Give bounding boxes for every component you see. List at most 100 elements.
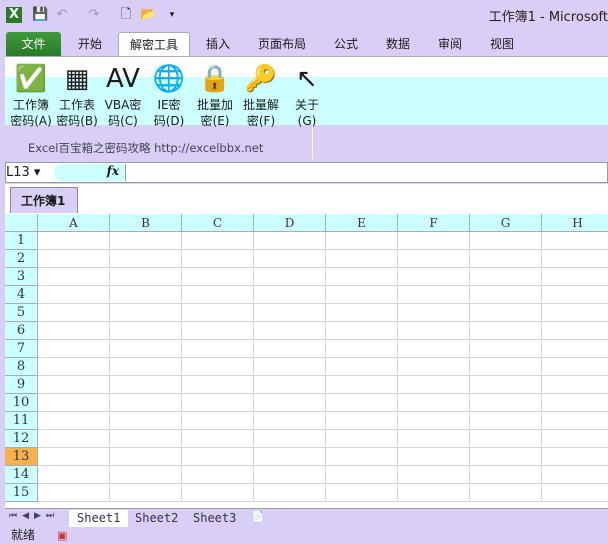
tab-formulas[interactable]: 公式 [324, 32, 368, 57]
cell-C12[interactable] [182, 430, 254, 448]
cell-H3[interactable] [542, 268, 608, 286]
cell-D12[interactable] [254, 430, 326, 448]
sheet-nav-icons[interactable]: ⏮◀▶⏭ [9, 511, 59, 521]
cell-H15[interactable] [542, 484, 608, 502]
cell-C9[interactable] [182, 376, 254, 394]
cell-B15[interactable] [110, 484, 182, 502]
row-header[interactable]: 7 [5, 340, 38, 358]
ribbon-button-6[interactable]: ↖ 关于 (G) [285, 61, 329, 129]
row-header[interactable]: 1 [5, 232, 38, 250]
cell-H6[interactable] [542, 322, 608, 340]
fx-icon[interactable]: fx [107, 164, 119, 178]
cell-H4[interactable] [542, 286, 608, 304]
cell-H2[interactable] [542, 250, 608, 268]
cell-D5[interactable] [254, 304, 326, 322]
cell-G13[interactable] [470, 448, 542, 466]
sheet-tab[interactable]: Sheet2 [127, 510, 186, 527]
ribbon-button-3[interactable]: 🌐 IE密 码(D) [147, 61, 191, 129]
column-header[interactable]: F [398, 214, 470, 232]
tab-review[interactable]: 审阅 [428, 32, 472, 57]
cell-B9[interactable] [110, 376, 182, 394]
cell-E15[interactable] [326, 484, 398, 502]
cell-F9[interactable] [398, 376, 470, 394]
cell-H10[interactable] [542, 394, 608, 412]
select-all-corner[interactable] [5, 214, 38, 232]
cell-F3[interactable] [398, 268, 470, 286]
cell-B12[interactable] [110, 430, 182, 448]
cell-E4[interactable] [326, 286, 398, 304]
cell-F8[interactable] [398, 358, 470, 376]
column-header[interactable]: G [470, 214, 542, 232]
cell-H5[interactable] [542, 304, 608, 322]
row-header[interactable]: 9 [5, 376, 38, 394]
cell-G8[interactable] [470, 358, 542, 376]
cell-A14[interactable] [38, 466, 110, 484]
cell-F7[interactable] [398, 340, 470, 358]
insert-sheet-icon[interactable]: 📄 [251, 510, 265, 523]
row-header[interactable]: 4 [5, 286, 38, 304]
cell-D1[interactable] [254, 232, 326, 250]
cell-F14[interactable] [398, 466, 470, 484]
tab-view[interactable]: 视图 [480, 32, 524, 57]
cell-A5[interactable] [38, 304, 110, 322]
cell-E5[interactable] [326, 304, 398, 322]
cell-H13[interactable] [542, 448, 608, 466]
cell-B5[interactable] [110, 304, 182, 322]
cell-B6[interactable] [110, 322, 182, 340]
cell-F10[interactable] [398, 394, 470, 412]
column-header[interactable]: B [110, 214, 182, 232]
cell-E6[interactable] [326, 322, 398, 340]
ribbon-button-4[interactable]: 🔒 批量加 密(E) [193, 61, 237, 129]
sheet-tab[interactable]: Sheet1 [69, 510, 129, 527]
cell-C3[interactable] [182, 268, 254, 286]
cell-G5[interactable] [470, 304, 542, 322]
cell-C15[interactable] [182, 484, 254, 502]
cell-H11[interactable] [542, 412, 608, 430]
cell-D7[interactable] [254, 340, 326, 358]
cell-E9[interactable] [326, 376, 398, 394]
cell-A8[interactable] [38, 358, 110, 376]
cell-D11[interactable] [254, 412, 326, 430]
cell-F6[interactable] [398, 322, 470, 340]
ribbon-button-2[interactable]: AV VBA密 码(C) [101, 61, 145, 129]
cell-C5[interactable] [182, 304, 254, 322]
ribbon-button-0[interactable]: ✅ 工作簿 密码(A) [9, 61, 53, 129]
cell-C4[interactable] [182, 286, 254, 304]
cell-A11[interactable] [38, 412, 110, 430]
cell-A2[interactable] [38, 250, 110, 268]
macro-record-icon[interactable]: ▣ [57, 528, 67, 544]
save-icon[interactable]: 💾 [32, 7, 48, 23]
cell-A4[interactable] [38, 286, 110, 304]
cell-G11[interactable] [470, 412, 542, 430]
cell-E13[interactable] [326, 448, 398, 466]
cell-E10[interactable] [326, 394, 398, 412]
row-header[interactable]: 2 [5, 250, 38, 268]
sheet-tab[interactable]: Sheet3 [185, 510, 244, 527]
workbook-tab[interactable]: 工作簿1 [10, 187, 78, 213]
cell-A3[interactable] [38, 268, 110, 286]
row-header[interactable]: 12 [5, 430, 38, 448]
cell-E3[interactable] [326, 268, 398, 286]
cell-F5[interactable] [398, 304, 470, 322]
open-icon[interactable]: 📂 [140, 7, 156, 23]
cell-B7[interactable] [110, 340, 182, 358]
cell-D2[interactable] [254, 250, 326, 268]
cell-D4[interactable] [254, 286, 326, 304]
row-header[interactable]: 11 [5, 412, 38, 430]
cell-D10[interactable] [254, 394, 326, 412]
cell-F2[interactable] [398, 250, 470, 268]
cell-F13[interactable] [398, 448, 470, 466]
row-header[interactable]: 3 [5, 268, 38, 286]
cell-C7[interactable] [182, 340, 254, 358]
tab-page-layout[interactable]: 页面布局 [250, 32, 314, 57]
cell-D3[interactable] [254, 268, 326, 286]
cell-E1[interactable] [326, 232, 398, 250]
tab-decrypt-tools[interactable]: 解密工具 [118, 32, 190, 57]
cell-C8[interactable] [182, 358, 254, 376]
cell-F11[interactable] [398, 412, 470, 430]
cell-G9[interactable] [470, 376, 542, 394]
cell-B1[interactable] [110, 232, 182, 250]
cell-D15[interactable] [254, 484, 326, 502]
cell-C14[interactable] [182, 466, 254, 484]
cell-A15[interactable] [38, 484, 110, 502]
